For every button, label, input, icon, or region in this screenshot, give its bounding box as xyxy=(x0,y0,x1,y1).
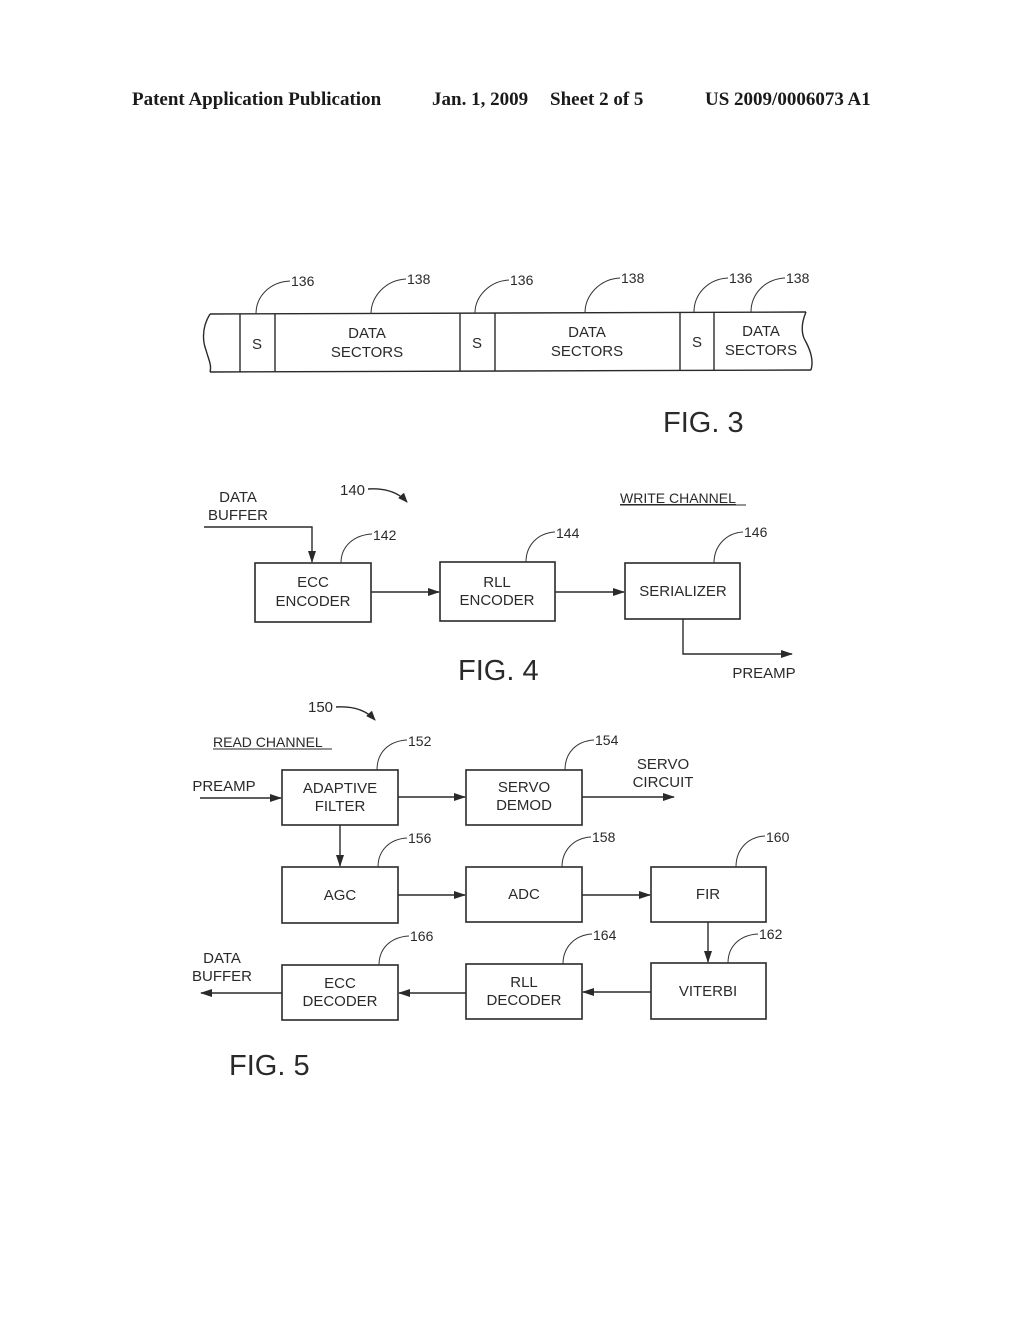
leader-line xyxy=(584,277,621,314)
track-bottom-edge xyxy=(209,369,812,373)
data-sectors-label: DATA xyxy=(742,323,780,340)
patent-drawing-sheet: S DATA SECTORS S DATA SECTORS S DATA SEC… xyxy=(192,270,813,1082)
block-label: DEMOD xyxy=(496,797,552,814)
data-sectors-label: DATA xyxy=(348,325,386,342)
block-label: SERVO xyxy=(498,779,550,796)
fig5-read-channel: 150 READ CHANNEL PREAMP ADAPTIVE FILTER … xyxy=(192,699,790,1082)
block-label: ADAPTIVE xyxy=(303,780,377,797)
section-title: WRITE CHANNEL xyxy=(620,490,736,506)
track-right-break xyxy=(801,311,813,371)
block-label: RLL xyxy=(510,974,538,991)
servo-output-label: CIRCUIT xyxy=(633,774,694,791)
leader-line xyxy=(525,531,556,563)
leader-line xyxy=(727,933,759,964)
figure-caption: FIG. 3 xyxy=(663,407,744,439)
ref-numeral: 136 xyxy=(510,272,534,288)
leader-line xyxy=(370,278,407,315)
ref-numeral: 138 xyxy=(786,270,810,286)
section-title: READ CHANNEL xyxy=(213,734,323,750)
leader-line xyxy=(561,836,592,868)
servo-segment-label: S xyxy=(252,336,262,353)
ref-numeral: 136 xyxy=(291,273,315,289)
block-label: AGC xyxy=(324,887,357,904)
fig3-track-diagram: S DATA SECTORS S DATA SECTORS S DATA SEC… xyxy=(202,270,813,439)
leader-line xyxy=(376,739,408,771)
block-label: ECC xyxy=(324,975,356,992)
input-connector xyxy=(204,526,316,563)
data-sectors-label: SECTORS xyxy=(725,342,797,359)
servo-output-label: SERVO xyxy=(637,756,689,773)
leader-line xyxy=(340,533,373,564)
ref-numeral: 144 xyxy=(556,525,580,541)
leader-line xyxy=(562,933,593,965)
ref-numeral: 156 xyxy=(408,830,432,846)
data-sectors-label: DATA xyxy=(568,324,606,341)
reference-arrow xyxy=(335,706,376,721)
input-label: DATA xyxy=(219,489,257,506)
input-label: BUFFER xyxy=(208,507,268,524)
block-label: ENCODER xyxy=(459,592,534,609)
leader-line xyxy=(377,837,408,868)
ref-numeral: 158 xyxy=(592,829,616,845)
track-left-break xyxy=(202,313,212,373)
leader-line xyxy=(564,739,595,771)
output-label: BUFFER xyxy=(192,968,252,985)
ref-numeral: 138 xyxy=(407,271,431,287)
fig4-write-channel: 140 WRITE CHANNEL DATA BUFFER ECC ENCODE… xyxy=(204,482,796,687)
block-label: FIR xyxy=(696,886,720,903)
block-label: SERIALIZER xyxy=(639,583,727,600)
ref-numeral: 142 xyxy=(373,527,397,543)
ref-numeral: 164 xyxy=(593,927,617,943)
figure-caption: FIG. 4 xyxy=(458,655,539,687)
leader-line xyxy=(713,531,744,564)
servo-segment-label: S xyxy=(692,334,702,351)
ref-numeral: 150 xyxy=(308,699,333,716)
block-label: ECC xyxy=(297,574,329,591)
block-label: DECODER xyxy=(302,993,377,1010)
output-connector xyxy=(682,619,793,658)
figure-caption: FIG. 5 xyxy=(229,1050,310,1082)
leader-line xyxy=(750,277,786,313)
leader-line xyxy=(735,835,766,868)
output-label: DATA xyxy=(203,950,241,967)
ref-numeral: 138 xyxy=(621,270,645,286)
ref-numeral: 154 xyxy=(595,732,619,748)
leader-line xyxy=(255,280,291,315)
servo-segment-label: S xyxy=(472,335,482,352)
block-label: VITERBI xyxy=(679,983,737,1000)
ref-numeral: 136 xyxy=(729,270,753,286)
leader-line xyxy=(693,277,729,313)
block-label: ENCODER xyxy=(275,593,350,610)
ref-numeral: 166 xyxy=(410,928,434,944)
ref-numeral: 152 xyxy=(408,733,432,749)
leader-line xyxy=(378,935,410,966)
data-sectors-label: SECTORS xyxy=(551,343,623,360)
block-label: ADC xyxy=(508,886,540,903)
block-label: FILTER xyxy=(315,798,366,815)
data-sectors-label: SECTORS xyxy=(331,344,403,361)
track-top-edge xyxy=(209,311,807,315)
output-label: PREAMP xyxy=(732,665,795,682)
ref-numeral: 160 xyxy=(766,829,790,845)
ref-numeral: 140 xyxy=(340,482,365,499)
reference-arrow xyxy=(367,488,408,503)
block-label: RLL xyxy=(483,574,511,591)
input-label: PREAMP xyxy=(192,778,255,795)
ref-numeral: 162 xyxy=(759,926,783,942)
leader-line xyxy=(474,279,510,314)
ref-numeral: 146 xyxy=(744,524,768,540)
block-label: DECODER xyxy=(486,992,561,1009)
